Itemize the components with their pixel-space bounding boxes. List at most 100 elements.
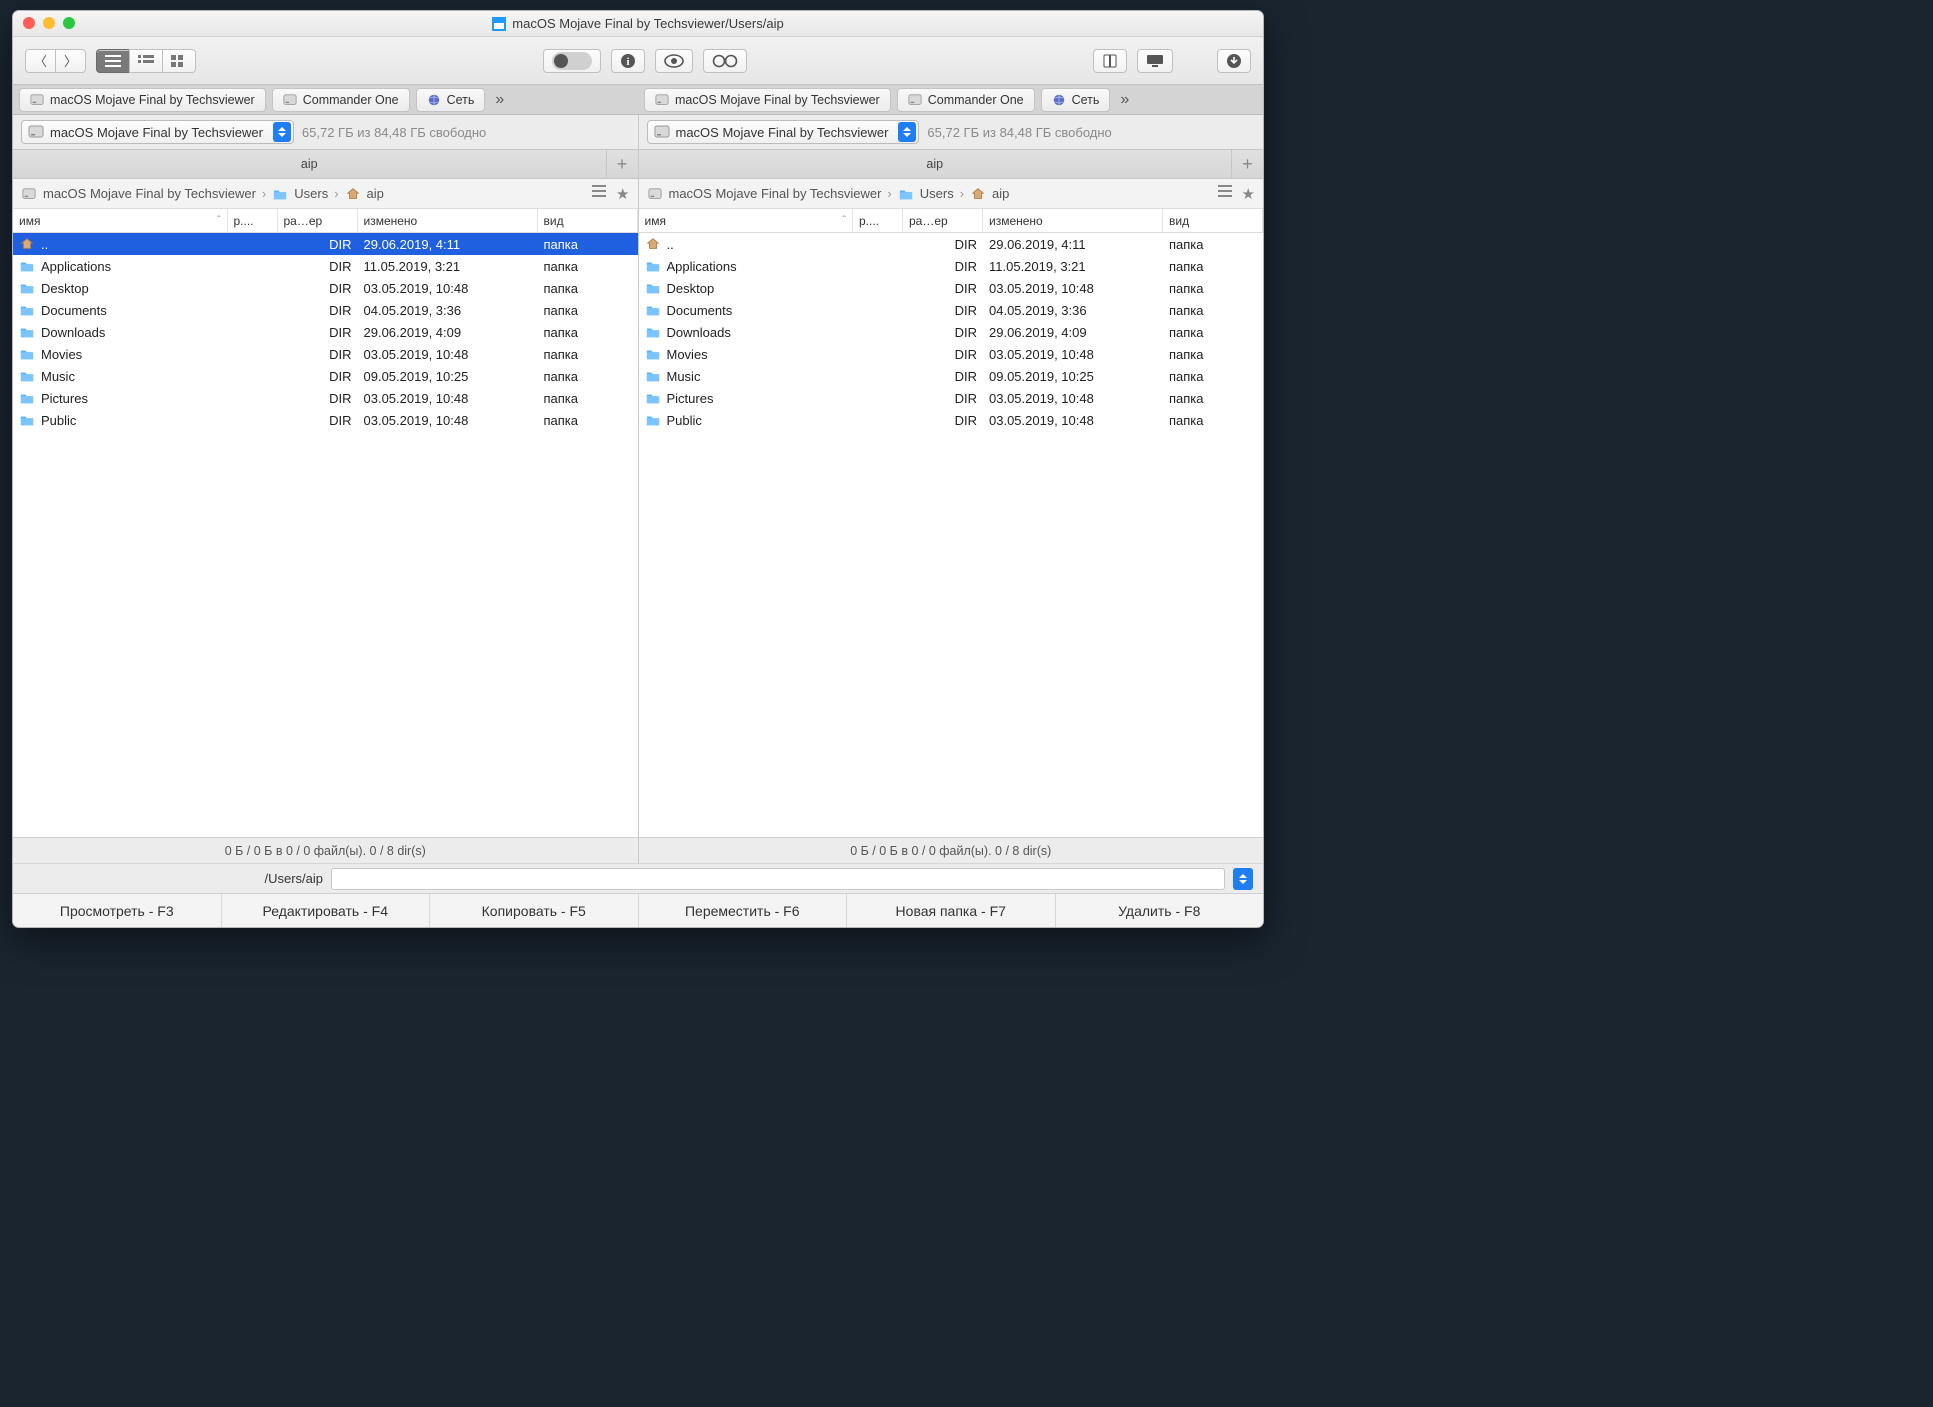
file-row[interactable]: .. DIR 29.06.2019, 4:11 папка	[13, 233, 638, 255]
favorite-icon[interactable]: ★	[616, 185, 629, 203]
columns-header-left[interactable]: имяˆ р.... ра…ер изменено вид	[13, 209, 638, 233]
file-row[interactable]: Public DIR 03.05.2019, 10:48 папка	[13, 409, 638, 431]
mount-button[interactable]	[1137, 49, 1173, 73]
drive-tabs-overflow-left[interactable]: »	[491, 91, 508, 109]
file-kind: папка	[1163, 325, 1263, 340]
file-kind: папка	[538, 413, 638, 428]
fkey-8[interactable]: Удалить - F8	[1056, 894, 1264, 927]
list-mode-icon[interactable]	[1218, 185, 1232, 203]
drive-tab-left-2[interactable]: Сеть	[416, 88, 486, 112]
view-list-button[interactable]	[96, 49, 129, 73]
back-button[interactable]: 〈	[25, 49, 55, 73]
file-row[interactable]: Public DIR 03.05.2019, 10:48 папка	[639, 409, 1264, 431]
drive-tabs-overflow-right[interactable]: »	[1116, 91, 1133, 109]
folder-icon	[645, 325, 661, 339]
monitor-icon	[1146, 54, 1164, 68]
file-name: Applications	[667, 259, 737, 274]
download-button[interactable]	[1217, 49, 1251, 73]
fkey-3[interactable]: Просмотреть - F3	[13, 894, 222, 927]
preview-button[interactable]	[655, 49, 693, 73]
hidden-files-toggle[interactable]	[543, 49, 601, 73]
breadcrumb-item[interactable]: aip	[367, 186, 384, 201]
file-size: DIR	[278, 303, 358, 318]
col-name[interactable]: имяˆ	[639, 209, 854, 232]
drive-tab-label: Commander One	[303, 93, 399, 107]
volume-selector-left[interactable]: macOS Mojave Final by Techsviewer	[21, 120, 294, 144]
window-title: macOS Mojave Final by Techsviewer/Users/…	[512, 16, 783, 31]
file-row[interactable]: Documents DIR 04.05.2019, 3:36 папка	[13, 299, 638, 321]
file-row[interactable]: Pictures DIR 03.05.2019, 10:48 папка	[13, 387, 638, 409]
folder-tab-left[interactable]: aip	[13, 150, 606, 178]
breadcrumb-item[interactable]: macOS Mojave Final by Techsviewer	[43, 186, 256, 201]
function-keys: Просмотреть - F3Редактировать - F4Копиро…	[13, 893, 1263, 927]
drive-tab-left-1[interactable]: Commander One	[272, 88, 410, 112]
file-row[interactable]: Movies DIR 03.05.2019, 10:48 папка	[639, 343, 1264, 365]
view-icons-button[interactable]	[162, 49, 196, 73]
col-kind[interactable]: вид	[1163, 209, 1263, 232]
file-list-right[interactable]: .. DIR 29.06.2019, 4:11 папка Applicatio…	[639, 233, 1264, 837]
path-input[interactable]	[331, 868, 1225, 890]
zoom-button[interactable]	[63, 17, 75, 29]
fkey-6[interactable]: Переместить - F6	[639, 894, 848, 927]
file-row[interactable]: Music DIR 09.05.2019, 10:25 папка	[639, 365, 1264, 387]
volume-selector-right[interactable]: macOS Mojave Final by Techsviewer	[647, 120, 920, 144]
file-size: DIR	[278, 347, 358, 362]
col-size[interactable]: ра…ер	[903, 209, 983, 232]
new-tab-right[interactable]: +	[1231, 150, 1263, 178]
minimize-button[interactable]	[43, 17, 55, 29]
col-name[interactable]: имяˆ	[13, 209, 228, 232]
folder-tab-right[interactable]: aip	[639, 150, 1232, 178]
file-modified: 03.05.2019, 10:48	[358, 281, 538, 296]
fkey-5[interactable]: Копировать - F5	[430, 894, 639, 927]
col-kind[interactable]: вид	[538, 209, 638, 232]
col-modified[interactable]: изменено	[358, 209, 538, 232]
home-icon	[645, 237, 661, 251]
file-list-left[interactable]: .. DIR 29.06.2019, 4:11 папка Applicatio…	[13, 233, 638, 837]
fkey-4[interactable]: Редактировать - F4	[222, 894, 431, 927]
favorite-icon[interactable]: ★	[1242, 185, 1255, 203]
drive-tab-left-0[interactable]: macOS Mojave Final by Techsviewer	[19, 88, 266, 112]
file-row[interactable]: Music DIR 09.05.2019, 10:25 папка	[13, 365, 638, 387]
file-kind: папка	[538, 259, 638, 274]
drive-tab-right-1[interactable]: Commander One	[897, 88, 1035, 112]
close-button[interactable]	[23, 17, 35, 29]
view-columns-button[interactable]	[129, 49, 162, 73]
file-row[interactable]: Applications DIR 11.05.2019, 3:21 папка	[13, 255, 638, 277]
file-kind: папка	[1163, 237, 1263, 252]
archive-button[interactable]	[1093, 49, 1127, 73]
new-tab-left[interactable]: +	[606, 150, 638, 178]
col-ext[interactable]: р....	[853, 209, 903, 232]
file-row[interactable]: .. DIR 29.06.2019, 4:11 папка	[639, 233, 1264, 255]
fkey-7[interactable]: Новая папка - F7	[847, 894, 1056, 927]
file-name: Public	[667, 413, 702, 428]
drive-tab-right-2[interactable]: Сеть	[1041, 88, 1111, 112]
file-size: DIR	[278, 259, 358, 274]
path-history-button[interactable]	[1233, 868, 1253, 890]
col-modified[interactable]: изменено	[983, 209, 1163, 232]
left-panel: macOS Mojave Final by Techsviewer 65,72 …	[13, 115, 639, 863]
file-row[interactable]: Downloads DIR 29.06.2019, 4:09 папка	[639, 321, 1264, 343]
breadcrumb-item[interactable]: aip	[992, 186, 1009, 201]
info-button[interactable]: i	[611, 49, 645, 73]
file-row[interactable]: Applications DIR 11.05.2019, 3:21 папка	[639, 255, 1264, 277]
folder-icon	[19, 325, 35, 339]
file-row[interactable]: Desktop DIR 03.05.2019, 10:48 папка	[13, 277, 638, 299]
forward-button[interactable]: 〉	[55, 49, 86, 73]
breadcrumb-item[interactable]: Users	[920, 186, 954, 201]
col-size[interactable]: ра…ер	[278, 209, 358, 232]
col-ext[interactable]: р....	[228, 209, 278, 232]
compare-button[interactable]	[703, 49, 747, 73]
columns-header-right[interactable]: имяˆ р.... ра…ер изменено вид	[639, 209, 1264, 233]
hd-icon	[655, 93, 669, 107]
breadcrumb-item[interactable]: macOS Mojave Final by Techsviewer	[669, 186, 882, 201]
file-row[interactable]: Desktop DIR 03.05.2019, 10:48 папка	[639, 277, 1264, 299]
status-left: 0 Б / 0 Б в 0 / 0 файл(ы). 0 / 8 dir(s)	[13, 837, 638, 863]
file-row[interactable]: Movies DIR 03.05.2019, 10:48 папка	[13, 343, 638, 365]
file-name: Music	[667, 369, 701, 384]
file-row[interactable]: Pictures DIR 03.05.2019, 10:48 папка	[639, 387, 1264, 409]
file-row[interactable]: Downloads DIR 29.06.2019, 4:09 папка	[13, 321, 638, 343]
drive-tab-right-0[interactable]: macOS Mojave Final by Techsviewer	[644, 88, 891, 112]
file-row[interactable]: Documents DIR 04.05.2019, 3:36 папка	[639, 299, 1264, 321]
breadcrumb-item[interactable]: Users	[294, 186, 328, 201]
list-mode-icon[interactable]	[592, 185, 606, 203]
